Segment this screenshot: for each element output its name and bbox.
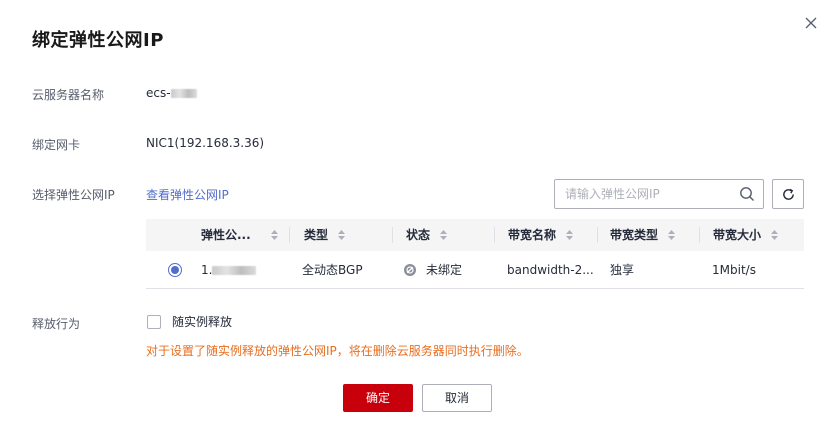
table-row[interactable]: 1. 全动态BGP 未绑定 bandwidth-2... 独享 1Mbit/s <box>146 251 804 289</box>
bandwidth-type-cell: 独享 <box>610 263 635 277</box>
select-eip-label: 选择弹性公网IP <box>32 188 115 202</box>
close-icon[interactable] <box>802 14 820 32</box>
sort-icon <box>270 229 278 240</box>
sort-icon <box>668 229 676 240</box>
column-header-label: 带宽名称 <box>508 228 557 242</box>
column-header-label: 弹性公... <box>201 228 251 242</box>
column-header-eip[interactable]: 弹性公... <box>201 219 278 251</box>
column-header-label: 状态 <box>406 228 431 242</box>
type-cell: 全动态BGP <box>302 263 363 277</box>
column-header-bandwidth-name[interactable]: 带宽名称 <box>508 219 574 251</box>
release-with-instance-checkbox[interactable] <box>147 315 161 329</box>
dialog-title: 绑定弹性公网IP <box>32 30 164 51</box>
bind-eip-dialog: 绑定弹性公网IP 云服务器名称 ecs- 绑定网卡 NIC1(192.168.3… <box>0 0 834 445</box>
refresh-button[interactable] <box>772 179 804 209</box>
redacted-text <box>212 266 257 275</box>
release-behavior-label: 释放行为 <box>32 317 81 331</box>
eip-table: 弹性公... 类型 状态 带宽名称 带宽类型 带宽大小 1. 全动态BGP 未绑… <box>146 219 804 289</box>
server-name-text: ecs- <box>146 86 171 100</box>
refresh-icon <box>783 188 794 200</box>
column-header-status[interactable]: 状态 <box>406 219 448 251</box>
server-name-label: 云服务器名称 <box>32 88 105 102</box>
unbound-status-icon <box>404 263 416 276</box>
eip-address-cell: 1. <box>201 251 257 289</box>
eip-search-box <box>554 179 764 209</box>
nic-label: 绑定网卡 <box>32 138 81 152</box>
table-header: 弹性公... 类型 状态 带宽名称 带宽类型 带宽大小 <box>146 219 804 251</box>
status-cell: 未绑定 <box>404 251 462 289</box>
view-eip-link[interactable]: 查看弹性公网IP <box>146 186 229 203</box>
bandwidth-name-cell: bandwidth-2... <box>507 263 594 277</box>
row-select-radio[interactable] <box>168 263 182 277</box>
column-header-bandwidth-size[interactable]: 带宽大小 <box>713 219 779 251</box>
sort-icon <box>440 229 448 240</box>
redacted-text <box>170 89 197 98</box>
release-warning-text: 对于设置了随实例释放的弹性公网IP，将在删除云服务器同时执行删除。 <box>146 344 529 358</box>
eip-search-input[interactable] <box>565 180 735 208</box>
nic-value: NIC1(192.168.3.36) <box>146 136 265 150</box>
column-header-type[interactable]: 类型 <box>304 219 346 251</box>
status-text: 未绑定 <box>426 263 463 277</box>
sort-icon <box>338 229 346 240</box>
eip-address-text: 1. <box>201 263 213 277</box>
confirm-button[interactable]: 确定 <box>343 384 413 412</box>
column-header-label: 带宽类型 <box>610 228 659 242</box>
sort-icon <box>566 229 574 240</box>
column-header-label: 类型 <box>304 228 329 242</box>
search-icon[interactable] <box>739 186 755 202</box>
column-header-label: 带宽大小 <box>713 228 762 242</box>
release-with-instance-label[interactable]: 随实例释放 <box>172 313 232 330</box>
column-header-bandwidth-type[interactable]: 带宽类型 <box>610 219 676 251</box>
cancel-button[interactable]: 取消 <box>422 384 492 412</box>
bandwidth-size-cell: 1Mbit/s <box>712 263 756 277</box>
server-name-value: ecs- <box>146 86 197 100</box>
sort-icon <box>771 229 779 240</box>
